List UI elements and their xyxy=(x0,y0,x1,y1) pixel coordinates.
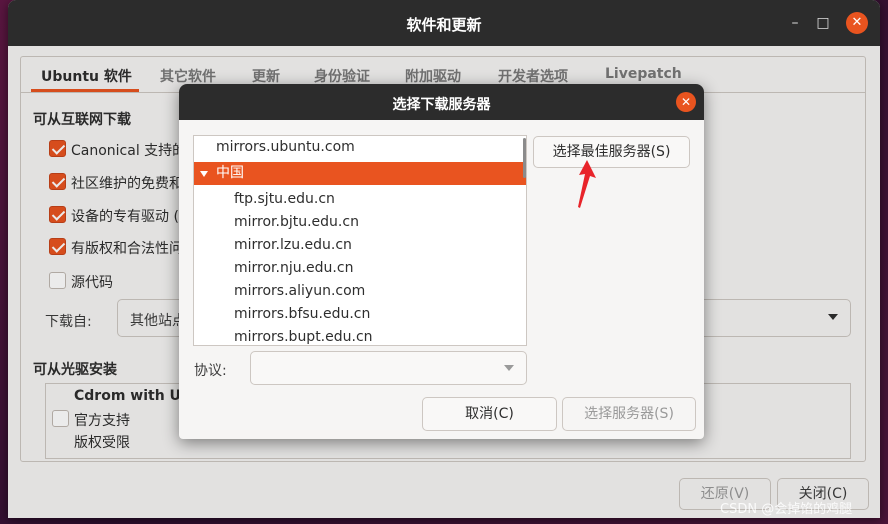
choose-server-button[interactable]: 选择服务器(S) xyxy=(562,397,696,431)
window-titlebar[interactable]: 软件和更新 – □ ✕ xyxy=(8,0,880,46)
server-item[interactable]: mirror.bjtu.edu.cn xyxy=(194,211,526,234)
server-item[interactable]: mirrors.bfsu.edu.cn xyxy=(194,303,526,326)
minimize-icon[interactable]: – xyxy=(784,12,806,34)
server-item[interactable]: ftp.sjtu.edu.cn xyxy=(194,188,526,211)
server-item[interactable]: mirror.nju.edu.cn xyxy=(194,257,526,280)
server-list[interactable]: mirrors.ubuntu.com 中国 ftp.sjtu.edu.cn mi… xyxy=(193,135,527,346)
select-best-server-button[interactable]: 选择最佳服务器(S) xyxy=(533,136,690,168)
maximize-icon[interactable]: □ xyxy=(812,12,834,34)
dialog-title: 选择下载服务器 xyxy=(392,97,491,113)
cancel-button[interactable]: 取消(C) xyxy=(422,397,557,431)
expander-triangle-icon[interactable] xyxy=(200,171,208,177)
server-item[interactable]: mirror.lzu.edu.cn xyxy=(194,234,526,257)
server-group-label: 中国 xyxy=(216,165,244,181)
protocol-combo[interactable] xyxy=(250,351,527,385)
server-item[interactable]: mirrors.bupt.edu.cn xyxy=(194,326,526,345)
watermark: CSDN @会掉馅的鸡腿 xyxy=(720,502,853,517)
list-scrollbar[interactable] xyxy=(523,138,526,178)
server-group-china[interactable]: 中国 xyxy=(194,162,526,185)
server-item[interactable]: mirrors.aliyun.com xyxy=(194,280,526,303)
server-item[interactable]: mirrors.ubuntu.com xyxy=(194,136,526,159)
close-icon[interactable]: ✕ xyxy=(846,12,868,34)
choose-server-dialog: 选择下载服务器 ✕ mirrors.ubuntu.com 中国 ftp.sjtu… xyxy=(179,84,704,439)
close-icon[interactable]: ✕ xyxy=(676,92,696,112)
annotation-arrow-icon xyxy=(578,160,596,208)
chevron-down-icon xyxy=(504,365,514,371)
dialog-titlebar[interactable]: 选择下载服务器 ✕ xyxy=(179,84,704,120)
protocol-label: 协议: xyxy=(194,363,227,379)
window-title: 软件和更新 xyxy=(406,16,482,34)
